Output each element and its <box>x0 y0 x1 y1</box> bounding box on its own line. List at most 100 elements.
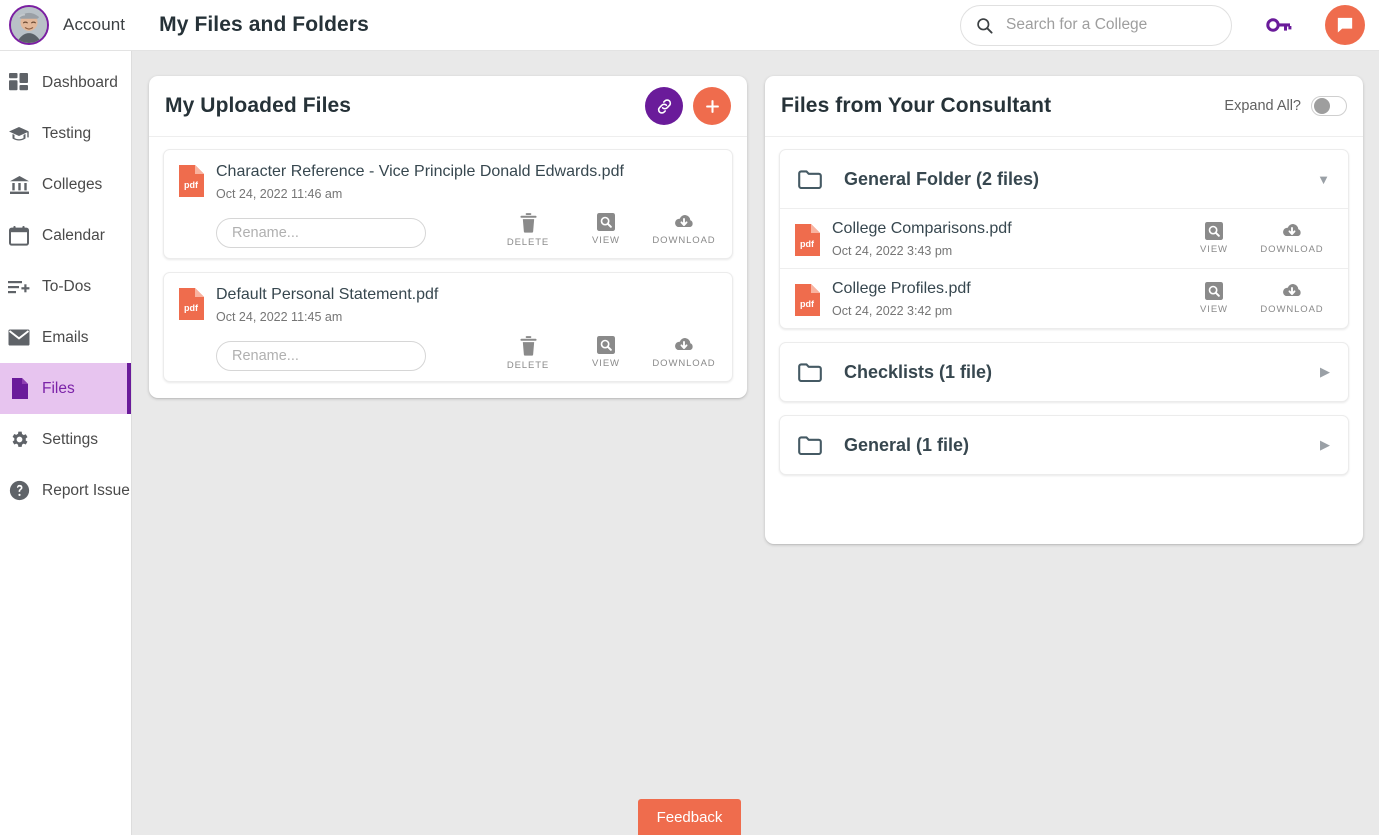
uploaded-files-list: pdf Character Reference - Vice Principle… <box>149 137 747 398</box>
list-item[interactable]: pdf Character Reference - Vice Principle… <box>163 149 733 259</box>
magnify-square-icon <box>597 336 615 354</box>
sidebar-item-report-issue[interactable]: Report Issue <box>0 465 131 516</box>
search-box[interactable]: Search for a College <box>960 4 1232 46</box>
svg-text:pdf: pdf <box>800 239 815 249</box>
svg-text:pdf: pdf <box>184 180 199 190</box>
sidebar: Dashboard Testing Colleges Calendar To-D… <box>0 51 132 835</box>
gear-icon <box>8 429 30 451</box>
chat-button[interactable] <box>1325 5 1365 45</box>
add-file-button[interactable] <box>693 87 731 125</box>
search-input[interactable]: Search for a College <box>1006 16 1147 34</box>
chat-bubble-icon <box>1337 17 1353 33</box>
file-info: College Profiles.pdf Oct 24, 2022 3:42 p… <box>832 279 1174 318</box>
page-title: My Files and Folders <box>159 13 369 36</box>
folder-header[interactable]: General Folder (2 files) ▼ <box>780 150 1348 208</box>
question-circle-icon <box>8 480 30 502</box>
caret-right-icon[interactable]: ▶ <box>1320 437 1330 453</box>
download-button[interactable]: DOWNLOAD <box>1260 282 1323 315</box>
list-item[interactable]: pdf College Comparisons.pdf Oct 24, 2022… <box>780 208 1348 268</box>
expand-all-toggle[interactable] <box>1311 96 1347 116</box>
cloud-download-icon <box>675 215 693 228</box>
key-button[interactable] <box>1266 14 1292 36</box>
action-label: DOWNLOAD <box>652 358 716 369</box>
cloud-download-icon <box>1283 224 1301 237</box>
rename-input[interactable] <box>216 218 426 248</box>
action-label: VIEW <box>1200 304 1228 315</box>
list-item[interactable]: pdf Default Personal Statement.pdf Oct 2… <box>163 272 733 382</box>
delete-button[interactable]: DELETE <box>500 213 556 248</box>
file-actions: VIEW DOWNLOAD <box>1186 222 1330 255</box>
view-button[interactable]: VIEW <box>578 336 634 371</box>
expand-all-label: Expand All? <box>1224 98 1301 114</box>
copy-link-button[interactable] <box>645 87 683 125</box>
uploaded-files-title: My Uploaded Files <box>165 94 352 117</box>
consultant-folder-list: General Folder (2 files) ▼ pdf College C… <box>765 137 1363 491</box>
folder-name: General Folder (2 files) <box>844 168 1040 189</box>
trash-icon <box>519 336 537 356</box>
download-button[interactable]: DOWNLOAD <box>1260 222 1323 255</box>
sidebar-item-label: Files <box>42 379 75 397</box>
feedback-button[interactable]: Feedback <box>638 799 741 835</box>
file-info: College Comparisons.pdf Oct 24, 2022 3:4… <box>832 219 1174 258</box>
sidebar-item-settings[interactable]: Settings <box>0 414 131 465</box>
view-button[interactable]: VIEW <box>1186 282 1242 315</box>
file-actions: VIEW DOWNLOAD <box>1186 282 1330 315</box>
file-date: Oct 24, 2022 3:42 pm <box>832 304 953 318</box>
bank-icon <box>8 174 30 196</box>
list-item[interactable]: pdf College Profiles.pdf Oct 24, 2022 3:… <box>780 268 1348 328</box>
expand-all-control: Expand All? <box>1224 96 1347 116</box>
sidebar-item-files[interactable]: Files <box>0 363 131 414</box>
sidebar-item-label: To-Dos <box>42 277 92 295</box>
rename-input[interactable] <box>216 341 426 371</box>
download-button[interactable]: DOWNLOAD <box>652 336 715 371</box>
sidebar-item-to-dos[interactable]: To-Dos <box>0 261 131 312</box>
top-bar-actions: Search for a College <box>960 4 1379 46</box>
account-label[interactable]: Account <box>63 15 125 35</box>
folder-icon <box>798 362 822 382</box>
action-label: DOWNLOAD <box>1260 304 1324 315</box>
svg-text:pdf: pdf <box>800 299 815 309</box>
sidebar-item-label: Report Issue <box>42 481 130 499</box>
caret-down-icon[interactable]: ▼ <box>1317 172 1330 187</box>
folder-header[interactable]: Checklists (1 file) ▶ <box>780 343 1348 401</box>
trash-icon <box>519 213 537 233</box>
folder-name: General (1 file) <box>844 434 970 455</box>
pdf-file-icon: pdf <box>179 288 204 320</box>
graduation-cap-icon <box>8 123 30 145</box>
sidebar-item-dashboard[interactable]: Dashboard <box>0 57 131 108</box>
view-button[interactable]: VIEW <box>578 213 634 248</box>
consultant-files-header: Files from Your Consultant Expand All? <box>765 76 1363 137</box>
delete-button[interactable]: DELETE <box>500 336 556 371</box>
link-icon <box>657 98 671 114</box>
file-actions: DELETE VIEW DOWNLOAD <box>500 213 718 248</box>
sidebar-item-label: Testing <box>42 124 92 142</box>
user-avatar-photo <box>11 7 47 43</box>
calendar-icon <box>8 225 30 247</box>
folder-header[interactable]: General (1 file) ▶ <box>780 416 1348 474</box>
magnify-square-icon <box>1205 282 1223 300</box>
pdf-file-icon: pdf <box>795 284 820 316</box>
uploaded-files-panel: My Uploaded Files pdf Character Referenc… <box>149 76 747 398</box>
caret-right-icon[interactable]: ▶ <box>1320 364 1330 380</box>
avatar[interactable] <box>9 5 49 45</box>
sidebar-item-testing[interactable]: Testing <box>0 108 131 159</box>
download-button[interactable]: DOWNLOAD <box>652 213 715 248</box>
sidebar-item-colleges[interactable]: Colleges <box>0 159 131 210</box>
toggle-knob <box>1314 98 1330 114</box>
file-date: Oct 24, 2022 11:45 am <box>216 310 343 324</box>
sidebar-item-label: Dashboard <box>42 73 118 91</box>
sidebar-item-label: Emails <box>42 328 89 346</box>
folder-name: Checklists (1 file) <box>844 361 993 382</box>
view-button[interactable]: VIEW <box>1186 222 1242 255</box>
list-item: General Folder (2 files) ▼ pdf College C… <box>779 149 1349 329</box>
action-label: DOWNLOAD <box>652 235 716 246</box>
cloud-download-icon <box>675 338 693 351</box>
action-label: VIEW <box>592 358 620 369</box>
consultant-files-panel: Files from Your Consultant Expand All? G <box>765 76 1363 544</box>
svg-text:pdf: pdf <box>184 303 199 313</box>
list-item: Checklists (1 file) ▶ <box>779 342 1349 402</box>
sidebar-item-calendar[interactable]: Calendar <box>0 210 131 261</box>
pdf-file-icon: pdf <box>179 165 204 197</box>
sidebar-item-label: Calendar <box>42 226 105 244</box>
sidebar-item-emails[interactable]: Emails <box>0 312 131 363</box>
